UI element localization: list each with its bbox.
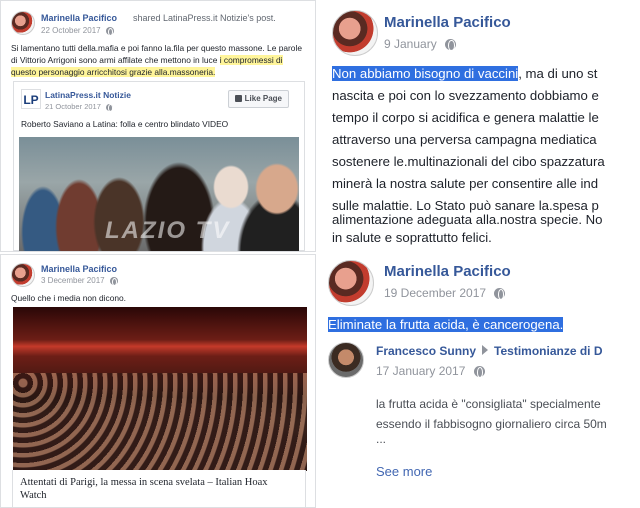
shared-post-text: Roberto Saviano a Latina: folla e centro… <box>21 119 229 129</box>
shared-page-date[interactable]: 21 October 2017 <box>45 102 113 112</box>
comment-target[interactable]: Testimonianze di D <box>494 344 602 358</box>
comment-author-name[interactable]: Francesco Sunny <box>376 344 476 358</box>
post-line-5: sostenere le.multinazionali del cibo spa… <box>332 154 605 169</box>
avatar[interactable] <box>328 260 374 306</box>
post-author[interactable]: Marinella Pacifico <box>41 13 117 23</box>
link-title-line-1[interactable]: Attentati di Parigi, la messa in scena s… <box>20 476 302 489</box>
shared-text: shared LatinaPress.it Notizie's post. <box>133 13 276 23</box>
post-date[interactable]: 9 January <box>384 37 457 52</box>
post-text: Quello che i media non dicono. <box>11 293 126 303</box>
post-line-8: alimentazione adeguata alla.nostra speci… <box>332 212 603 227</box>
like-icon <box>234 95 242 102</box>
post-date-text[interactable]: 19 December 2017 <box>384 286 486 300</box>
globe-icon <box>109 276 118 287</box>
post-line-7: sulle malattie. Lo Stato può sanare la.s… <box>332 198 599 213</box>
post-author[interactable]: Marinella Pacifico <box>41 264 117 274</box>
avatar[interactable] <box>11 263 35 287</box>
see-more-link[interactable]: See more <box>376 464 432 479</box>
concert-photo[interactable] <box>13 307 307 471</box>
like-page-button[interactable]: Like Page <box>227 90 289 108</box>
post-panel-top-right: Marinella Pacifico 9 January Non abbiamo… <box>322 0 640 252</box>
post-date[interactable]: 19 December 2017 <box>384 286 506 301</box>
post-text-line-3: questo personaggio arricchitosi grazie a… <box>11 67 216 77</box>
post-date-text[interactable]: 3 December 2017 <box>41 276 105 285</box>
globe-icon <box>105 26 114 37</box>
highlighted-text-2: questo personaggio arricchitosi grazie a… <box>11 67 216 77</box>
highlighted-text: Eliminate la frutta acida, è cancerogena… <box>328 317 564 332</box>
post-date-text[interactable]: 22 October 2017 <box>41 26 101 35</box>
post-line-3: tempo il corpo si acidifica e genera mal… <box>332 110 599 125</box>
comment-author[interactable]: Francesco Sunny Testimonianze di D <box>376 344 603 358</box>
post-author[interactable]: Marinella Pacifico <box>384 14 511 31</box>
post-panel-top-left: Marinella Pacifico shared LatinaPress.it… <box>0 0 316 252</box>
photo-watermark: LAZIO TV <box>105 217 231 244</box>
highlighted-text: i compromessi di <box>219 55 283 65</box>
crowd <box>13 372 307 471</box>
globe-icon <box>473 366 485 379</box>
commenter-avatar[interactable] <box>328 342 364 378</box>
arrow-right-icon <box>482 345 489 355</box>
shared-page-date-text[interactable]: 21 October 2017 <box>45 102 101 111</box>
post-line-6: minerà la nostra salute per consentire a… <box>332 176 599 191</box>
comment-date-text[interactable]: 17 January 2017 <box>376 364 465 378</box>
post-line-4: attraverso una perversa campagna mediati… <box>332 132 597 147</box>
post-date[interactable]: 3 December 2017 <box>41 276 118 287</box>
comment-line-2: essendo il fabbisogno giornaliero circa … <box>376 417 607 431</box>
post-text-line-2-a: di Vittorio Arrigoni sono armi affilate … <box>11 55 218 65</box>
post-text-line-1: Si lamentano tutti della.mafia e poi fan… <box>11 43 302 53</box>
highlighted-text: Non abbiamo bisogno di vaccini <box>332 66 519 81</box>
post-line-1-rest: , ma di uno st <box>518 66 598 81</box>
post-text: Eliminate la frutta acida, è cancerogena… <box>328 317 564 332</box>
avatar[interactable] <box>11 11 35 35</box>
news-photo[interactable]: LAZIO TV <box>19 137 299 251</box>
comment-date[interactable]: 17 January 2017 <box>376 364 485 379</box>
globe-icon <box>105 103 113 112</box>
like-page-label: Like Page <box>244 94 282 103</box>
post-line-1: Non abbiamo bisogno di vaccini, ma di un… <box>332 66 597 81</box>
globe-icon <box>445 39 457 52</box>
post-text-line-2: di Vittorio Arrigoni sono armi affilate … <box>11 55 283 65</box>
post-date[interactable]: 22 October 2017 <box>41 26 114 37</box>
post-author[interactable]: Marinella Pacifico <box>384 263 511 280</box>
post-date-text[interactable]: 9 January <box>384 37 437 51</box>
post-line-9: in salute e soprattutto felici. <box>332 230 492 245</box>
shared-page-name[interactable]: LatinaPress.it Notizie <box>45 90 131 100</box>
comment-line-3: ... <box>376 432 387 446</box>
post-line-2: nascita e poi con lo svezzamento dobbiam… <box>332 88 599 103</box>
globe-icon <box>494 288 506 301</box>
page-logo[interactable]: LP <box>21 89 41 109</box>
comment-line-1: la frutta acida è "consigliata" specialm… <box>376 397 601 411</box>
avatar[interactable] <box>332 10 378 56</box>
link-title-line-2[interactable]: Watch <box>20 489 302 502</box>
link-title[interactable]: Attentati di Parigi, la messa in scena s… <box>20 476 302 502</box>
post-panel-bottom-right: Marinella Pacifico 19 December 2017 Elim… <box>322 254 640 508</box>
